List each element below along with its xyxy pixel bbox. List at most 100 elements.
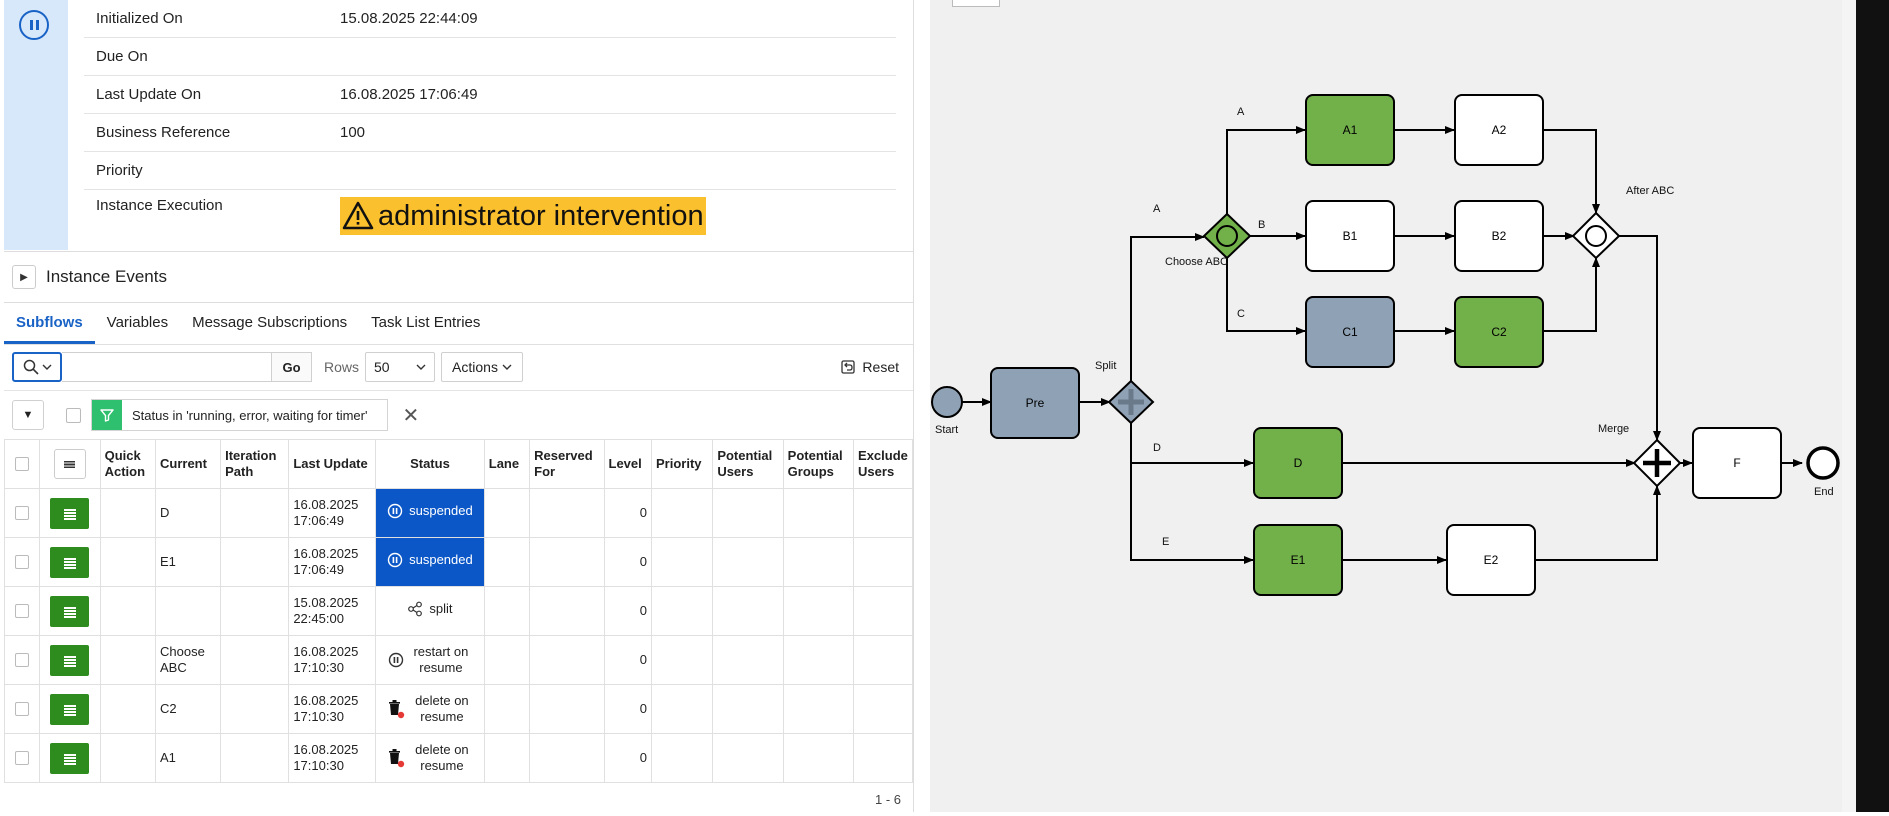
row-menu-button[interactable] — [50, 595, 90, 627]
actions-label: Actions — [452, 359, 498, 375]
row-checkbox[interactable] — [14, 604, 29, 618]
row-menu-cell[interactable] — [38, 733, 101, 783]
cell-potential-groups — [782, 488, 855, 538]
bpmn-diagram-viewer[interactable]: Pre A1 A2 B1 B2 C1 C2 D E1 E2 F Start End Split Ch… — [930, 0, 1842, 812]
task-b2[interactable]: B2 — [1454, 200, 1544, 272]
prop-row-priority: Priority — [84, 152, 896, 190]
column-menu-icon[interactable] — [53, 449, 86, 479]
menu-icon — [63, 708, 76, 710]
task-f[interactable]: F — [1692, 427, 1782, 499]
table-row[interactable]: C2 16.08.2025 17:10:30 delete on resume 0 — [4, 684, 913, 734]
task-c2[interactable]: C2 — [1454, 296, 1544, 368]
row-checkbox[interactable] — [14, 702, 29, 716]
col-lane[interactable]: Lane — [483, 439, 531, 489]
prop-row-business-ref: Business Reference 100 — [84, 114, 896, 152]
expand-events-button[interactable]: ▶ — [12, 265, 36, 289]
choose-abc-gateway[interactable] — [1202, 212, 1252, 260]
actions-menu-button[interactable]: Actions — [441, 352, 524, 382]
rows-select[interactable]: 50 — [365, 352, 436, 382]
row-menu-button[interactable] — [50, 497, 90, 529]
row-menu-cell[interactable] — [38, 684, 101, 734]
col-status[interactable]: Status — [375, 439, 485, 489]
col-iteration-path[interactable]: Iteration Path — [220, 439, 290, 489]
task-pre[interactable]: Pre — [990, 367, 1080, 439]
row-select-cell[interactable] — [4, 537, 40, 587]
label-merge: Merge — [1598, 423, 1629, 435]
col-potential-groups[interactable]: Potential Groups — [782, 439, 855, 489]
collapse-filters-button[interactable]: ▼ — [12, 400, 44, 430]
reset-button[interactable]: Reset — [840, 352, 899, 382]
merge-gateway[interactable] — [1632, 438, 1682, 488]
cell-current: Choose ABC — [154, 635, 222, 685]
row-menu-cell[interactable] — [38, 488, 101, 538]
cell-last-update: 16.08.2025 17:06:49 — [288, 488, 377, 538]
table-row[interactable]: Choose ABC 16.08.2025 17:10:30 restart on … — [4, 635, 913, 685]
task-d[interactable]: D — [1253, 427, 1343, 499]
tab-task-list-entries[interactable]: Task List Entries — [359, 304, 492, 344]
task-label: A1 — [1343, 123, 1358, 137]
table-row[interactable]: D 16.08.2025 17:06:49 suspended 0 — [4, 488, 913, 538]
search-column-select[interactable] — [12, 352, 62, 382]
col-exclude-users[interactable]: Exclude Users — [853, 439, 913, 489]
split-gateway[interactable] — [1107, 379, 1155, 425]
row-checkbox[interactable] — [14, 751, 29, 765]
row-select-cell[interactable] — [4, 733, 40, 783]
row-select-cell[interactable] — [4, 586, 40, 636]
table-row[interactable]: A1 16.08.2025 17:10:30 delete on resume 0 — [4, 733, 913, 783]
table-row[interactable]: E1 16.08.2025 17:06:49 suspended 0 — [4, 537, 913, 587]
cell-potential-users — [712, 488, 784, 538]
tab-message-subscriptions[interactable]: Message Subscriptions — [180, 304, 359, 344]
go-button[interactable]: Go — [272, 352, 312, 382]
row-select-cell[interactable] — [4, 684, 40, 734]
tab-subflows[interactable]: Subflows — [4, 304, 95, 344]
select-all-checkbox[interactable] — [14, 457, 29, 471]
row-checkbox[interactable] — [14, 506, 29, 520]
row-menu-button[interactable] — [50, 546, 90, 578]
row-menu-button[interactable] — [50, 693, 90, 725]
diagram-scrollbar[interactable] — [1842, 0, 1856, 812]
after-abc-gateway[interactable] — [1571, 211, 1621, 260]
row-menu-cell[interactable] — [38, 537, 101, 587]
start-event[interactable] — [931, 386, 963, 418]
search-input[interactable] — [62, 352, 272, 382]
filter-enable-checkbox[interactable] — [66, 407, 81, 423]
col-quick-action[interactable]: Quick Action — [99, 439, 157, 489]
diagram-top-tab[interactable] — [952, 0, 1000, 7]
col-priority[interactable]: Priority — [650, 439, 714, 489]
trash-icon — [388, 700, 405, 719]
status-text: restart on resume — [413, 644, 469, 675]
cell-reserved-for — [529, 684, 605, 734]
end-event[interactable] — [1806, 446, 1840, 480]
row-menu-button[interactable] — [50, 644, 90, 676]
col-potential-users[interactable]: Potential Users — [712, 439, 784, 489]
row-menu-button[interactable] — [50, 742, 90, 774]
row-checkbox[interactable] — [14, 555, 29, 569]
row-checkbox[interactable] — [14, 653, 29, 667]
pause-icon — [387, 552, 403, 568]
task-b1[interactable]: B1 — [1305, 200, 1395, 272]
col-current[interactable]: Current — [154, 439, 222, 489]
select-all-cell[interactable] — [4, 439, 40, 489]
task-a1[interactable]: A1 — [1305, 94, 1395, 166]
task-c1[interactable]: C1 — [1305, 296, 1395, 368]
task-e2[interactable]: E2 — [1446, 524, 1536, 596]
row-select-cell[interactable] — [4, 488, 40, 538]
remove-filter-icon[interactable]: ✕ — [402, 403, 419, 428]
tab-variables[interactable]: Variables — [95, 304, 180, 344]
row-menu-cell[interactable] — [38, 586, 101, 636]
col-level[interactable]: Level — [603, 439, 652, 489]
cell-potential-users — [712, 635, 784, 685]
label-start: Start — [935, 424, 958, 436]
cell-level: 0 — [603, 537, 652, 587]
task-e1[interactable]: E1 — [1253, 524, 1343, 596]
prop-label: Instance Execution — [96, 197, 223, 214]
col-last-update[interactable]: Last Update — [288, 439, 377, 489]
bpmn-diagram[interactable]: Pre A1 A2 B1 B2 C1 C2 D E1 E2 F Start End Split Ch… — [930, 0, 1842, 812]
row-select-cell[interactable] — [4, 635, 40, 685]
table-row[interactable]: 15.08.2025 22:45:00 split 0 — [4, 586, 913, 636]
filter-chip[interactable]: Status in 'running, error, waiting for t… — [91, 399, 389, 431]
row-menu-cell[interactable] — [38, 635, 101, 685]
col-reserved-for[interactable]: Reserved For — [529, 439, 605, 489]
column-menu-cell[interactable] — [38, 439, 101, 489]
task-a2[interactable]: A2 — [1454, 94, 1544, 166]
